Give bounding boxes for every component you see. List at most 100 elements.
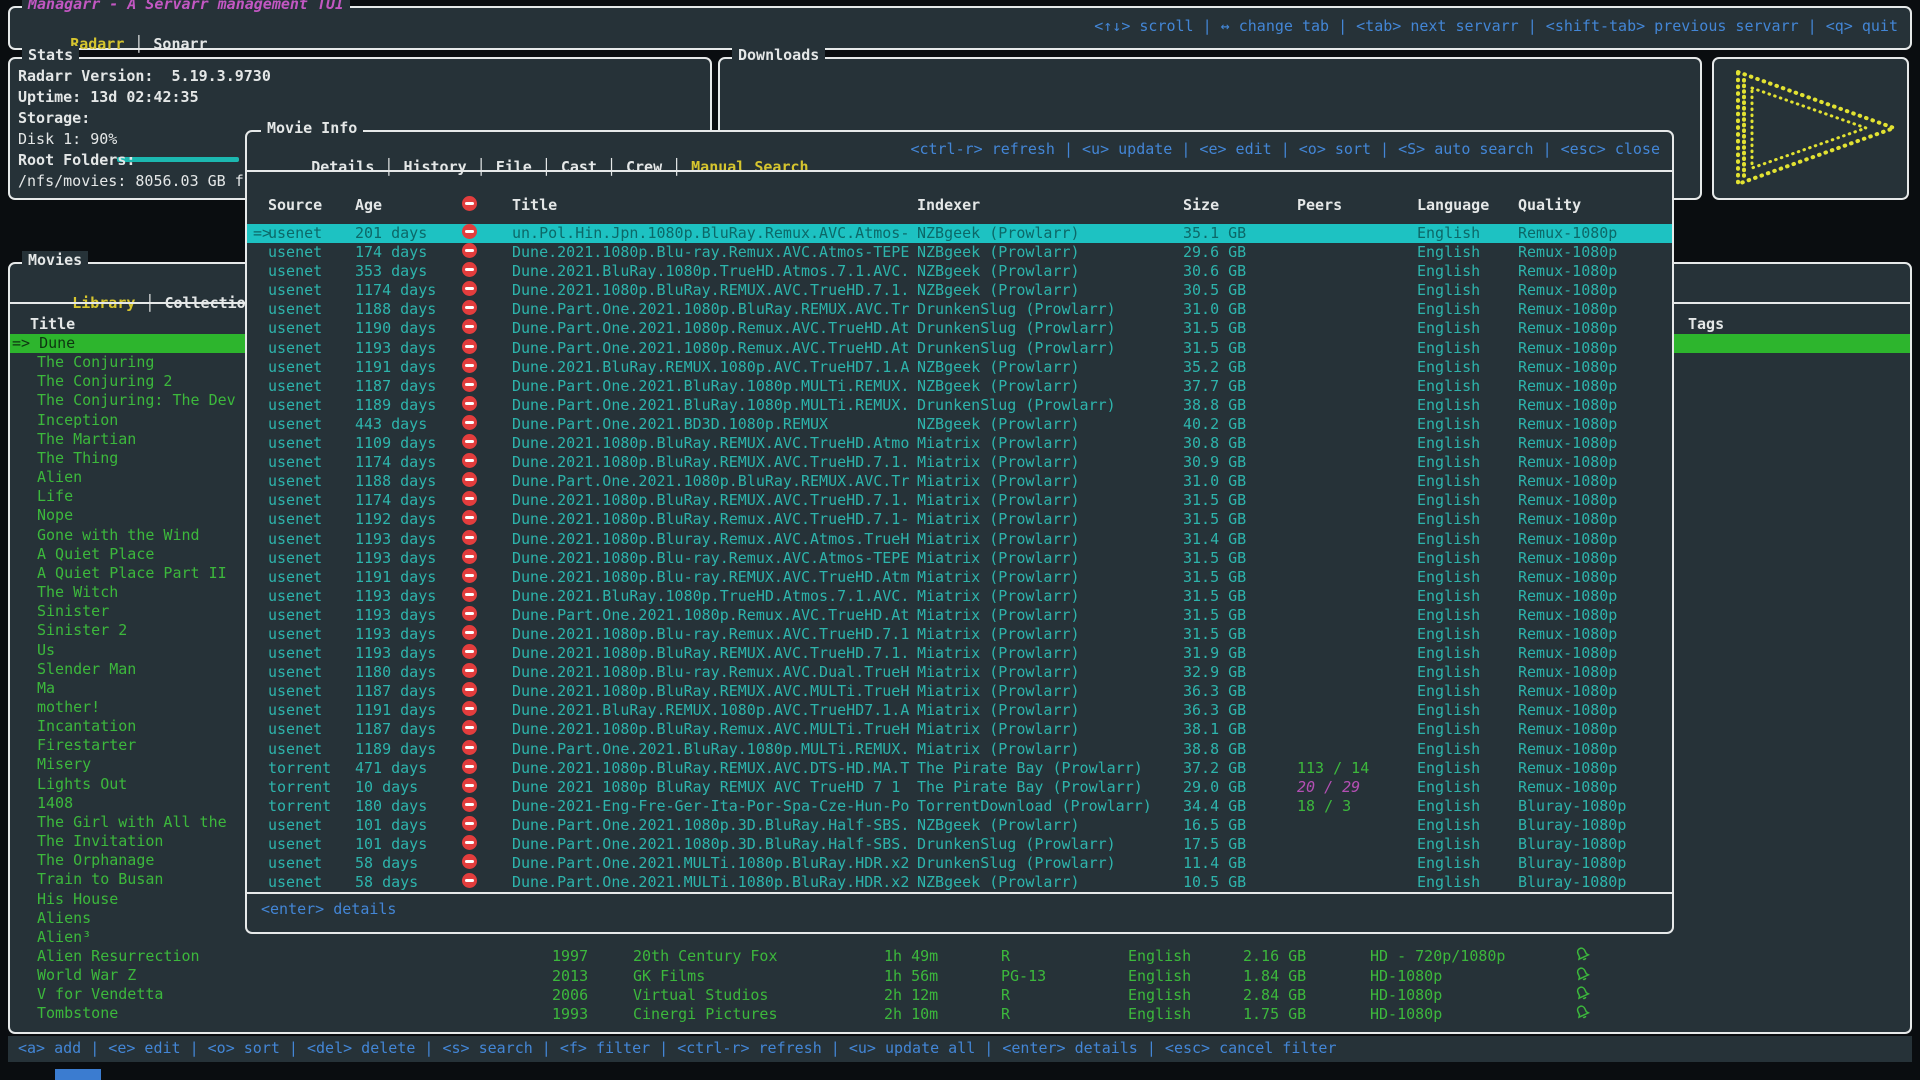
movie-table-row[interactable]: 199720th Century Fox1h 49mREnglish2.16 G… xyxy=(10,947,1910,966)
release-indexer: Miatrix (Prowlarr) xyxy=(917,434,1080,453)
release-age: 1190 days xyxy=(355,319,436,338)
release-row[interactable]: =>usenet201 daysun.Pol.Hin.Jpn.1080p.Blu… xyxy=(247,224,1672,243)
tab-sonarr[interactable]: Sonarr xyxy=(153,35,207,53)
tab-cast[interactable]: Cast xyxy=(561,158,597,176)
tab-details-modal[interactable]: Details xyxy=(311,158,374,176)
release-row[interactable]: usenet1188 daysDune.Part.One.2021.1080p.… xyxy=(247,472,1672,491)
tab-file[interactable]: File xyxy=(496,158,532,176)
release-size: 31.5 GB xyxy=(1183,319,1246,338)
release-row[interactable]: usenet1189 daysDune.Part.One.2021.BluRay… xyxy=(247,740,1672,759)
release-row[interactable]: usenet1193 daysDune.2021.BluRay.1080p.Tr… xyxy=(247,587,1672,606)
release-row[interactable]: usenet1187 daysDune.2021.1080p.BluRay.RE… xyxy=(247,682,1672,701)
release-age: 1191 days xyxy=(355,701,436,720)
release-age: 1193 days xyxy=(355,625,436,644)
release-row[interactable]: usenet1193 daysDune.2021.1080p.Blu-ray.R… xyxy=(247,625,1672,644)
storage-label: Storage: xyxy=(18,109,90,127)
release-indexer: Miatrix (Prowlarr) xyxy=(917,549,1080,568)
modal-tabs: Details│History│File│Cast│Crew│Manual Se… xyxy=(257,140,809,194)
tab-history[interactable]: History xyxy=(403,158,466,176)
release-row[interactable]: usenet1190 daysDune.Part.One.2021.1080p.… xyxy=(247,319,1672,338)
release-source: usenet xyxy=(268,510,322,529)
release-row[interactable]: usenet1193 daysDune.Part.One.2021.1080p.… xyxy=(247,606,1672,625)
release-row[interactable]: usenet1187 daysDune.Part.One.2021.BluRay… xyxy=(247,377,1672,396)
release-row[interactable]: usenet1193 daysDune.2021.1080p.Blu-ray.R… xyxy=(247,549,1672,568)
disk-usage-label: Disk 1: 90% xyxy=(18,130,117,148)
release-indexer: Miatrix (Prowlarr) xyxy=(917,530,1080,549)
release-row[interactable]: usenet101 daysDune.Part.One.2021.1080p.3… xyxy=(247,835,1672,854)
release-row[interactable]: torrent471 daysDune.2021.1080p.BluRay.RE… xyxy=(247,759,1672,778)
release-source: usenet xyxy=(268,491,322,510)
monitored-icon xyxy=(1575,967,1590,987)
release-age: 1109 days xyxy=(355,434,436,453)
release-row[interactable]: usenet1180 daysDune.2021.1080p.Blu-ray.R… xyxy=(247,663,1672,682)
rejected-icon xyxy=(462,816,477,831)
release-title: Dune.Part.One.2021.1080p.Remux.AVC.TrueH… xyxy=(512,339,909,358)
rejected-icon xyxy=(462,663,477,678)
release-row[interactable]: usenet1192 daysDune.2021.1080p.BluRay.Re… xyxy=(247,510,1672,529)
release-language: English xyxy=(1417,491,1480,510)
release-indexer: Miatrix (Prowlarr) xyxy=(917,491,1080,510)
release-row[interactable]: usenet353 daysDune.2021.BluRay.1080p.Tru… xyxy=(247,262,1672,281)
release-quality: Bluray-1080p xyxy=(1518,854,1626,873)
tab-crew[interactable]: Crew xyxy=(626,158,662,176)
release-language: English xyxy=(1417,644,1480,663)
release-row[interactable]: usenet1191 daysDune.2021.BluRay.REMUX.10… xyxy=(247,701,1672,720)
release-language: English xyxy=(1417,415,1480,434)
release-row[interactable]: usenet1188 daysDune.Part.One.2021.1080p.… xyxy=(247,300,1672,319)
release-row[interactable]: usenet1193 daysDune.2021.1080p.Bluray.Re… xyxy=(247,530,1672,549)
stats-title: Stats xyxy=(22,46,79,64)
release-language: English xyxy=(1417,854,1480,873)
release-title: Dune.Part.One.2021.1080p.BluRay.REMUX.AV… xyxy=(512,300,909,319)
release-row[interactable]: usenet1174 daysDune.2021.1080p.BluRay.RE… xyxy=(247,281,1672,300)
uptime: Uptime: 13d 02:42:35 xyxy=(18,88,199,106)
movie-rating: R xyxy=(1001,947,1010,966)
release-row[interactable]: usenet101 daysDune.Part.One.2021.1080p.3… xyxy=(247,816,1672,835)
release-age: 1187 days xyxy=(355,720,436,739)
tab-manual-search[interactable]: Manual Search xyxy=(691,158,808,176)
release-size: 31.5 GB xyxy=(1183,491,1246,510)
release-source: usenet xyxy=(268,415,322,434)
release-row[interactable]: usenet1174 daysDune.2021.1080p.BluRay.RE… xyxy=(247,491,1672,510)
rejected-icon xyxy=(462,262,477,277)
release-row[interactable]: torrent10 daysDune 2021 1080p BluRay REM… xyxy=(247,778,1672,797)
release-title: Dune.2021.1080p.BluRay.REMUX.AVC.TrueHD.… xyxy=(512,281,909,300)
release-row[interactable]: usenet1193 daysDune.2021.1080p.BluRay.RE… xyxy=(247,644,1672,663)
release-row[interactable]: usenet1187 daysDune.2021.1080p.BluRay.Re… xyxy=(247,720,1672,739)
release-size: 35.2 GB xyxy=(1183,358,1246,377)
release-indexer: DrunkenSlug (Prowlarr) xyxy=(917,835,1116,854)
release-indexer: Miatrix (Prowlarr) xyxy=(917,453,1080,472)
release-row[interactable]: usenet1191 daysDune.2021.BluRay.REMUX.10… xyxy=(247,358,1672,377)
release-indexer: The Pirate Bay (Prowlarr) xyxy=(917,759,1143,778)
release-row[interactable]: usenet443 daysDune.Part.One.2021.BD3D.10… xyxy=(247,415,1672,434)
rejected-icon xyxy=(462,720,477,735)
release-row[interactable]: usenet174 daysDune.2021.1080p.Blu-ray.Re… xyxy=(247,243,1672,262)
movie-table-row[interactable]: 2006Virtual Studios2h 12mREnglish2.84 GB… xyxy=(10,986,1910,1005)
movie-size: 1.75 GB xyxy=(1243,1005,1306,1024)
app-title: Managarr - A Servarr management TUI xyxy=(22,0,350,13)
release-row[interactable]: usenet1109 daysDune.2021.1080p.BluRay.RE… xyxy=(247,434,1672,453)
rejected-icon xyxy=(462,644,477,659)
release-age: 201 days xyxy=(355,224,427,243)
release-indexer: NZBgeek (Prowlarr) xyxy=(917,281,1080,300)
movie-table-row[interactable]: 2013GK Films1h 56mPG-13English1.84 GBHD-… xyxy=(10,967,1910,986)
release-quality: Remux-1080p xyxy=(1518,396,1617,415)
release-age: 10 days xyxy=(355,778,418,797)
release-quality: Remux-1080p xyxy=(1518,339,1617,358)
release-age: 1193 days xyxy=(355,644,436,663)
release-indexer: Miatrix (Prowlarr) xyxy=(917,625,1080,644)
release-title: Dune.2021.1080p.Blu-ray.Remux.AVC.Atmos-… xyxy=(512,243,909,262)
release-size: 31.9 GB xyxy=(1183,644,1246,663)
modal-title: Movie Info xyxy=(261,119,363,137)
release-size: 31.4 GB xyxy=(1183,530,1246,549)
movie-table-row[interactable]: 1993Cinergi Pictures2h 10mREnglish1.75 G… xyxy=(10,1005,1910,1024)
release-row[interactable]: usenet1193 daysDune.Part.One.2021.1080p.… xyxy=(247,339,1672,358)
release-row[interactable]: usenet1174 daysDune.2021.1080p.BluRay.RE… xyxy=(247,453,1672,472)
release-row[interactable]: usenet58 daysDune.Part.One.2021.MULTi.10… xyxy=(247,854,1672,873)
movie-rating: PG-13 xyxy=(1001,967,1046,986)
movie-runtime: 2h 12m xyxy=(884,986,938,1005)
release-row[interactable]: usenet1191 daysDune.2021.1080p.Blu-ray.R… xyxy=(247,568,1672,587)
release-row[interactable]: usenet1189 daysDune.Part.One.2021.BluRay… xyxy=(247,396,1672,415)
release-row[interactable]: usenet58 daysDune.Part.One.2021.MULTi.10… xyxy=(247,873,1672,892)
release-size: 31.5 GB xyxy=(1183,606,1246,625)
release-row[interactable]: torrent180 daysDune-2021-Eng-Fre-Ger-Ita… xyxy=(247,797,1672,816)
